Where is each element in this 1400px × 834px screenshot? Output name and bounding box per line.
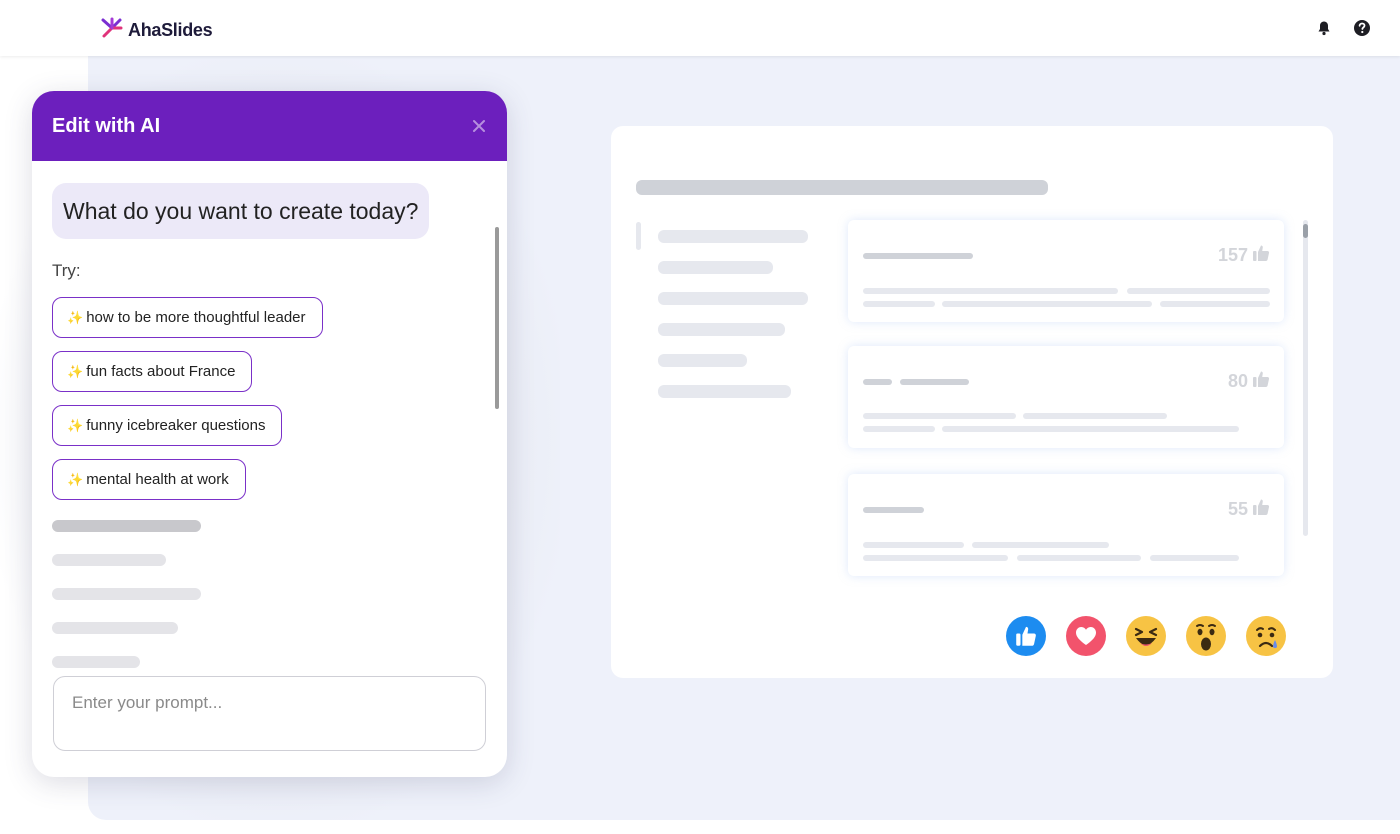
idea-card[interactable]: 157: [848, 220, 1284, 322]
loading-skeleton-line: [52, 656, 140, 668]
sparkle-icon: ✨: [67, 417, 84, 433]
card-text-skeleton: [1127, 288, 1270, 294]
suggestion-label: mental health at work: [86, 471, 229, 488]
suggestion-label: how to be more thoughtful leader: [86, 309, 306, 326]
list-skeleton-line: [658, 354, 747, 367]
panel-scrollbar[interactable]: [495, 227, 499, 409]
close-icon[interactable]: [469, 116, 489, 136]
idea-card[interactable]: 80: [848, 346, 1284, 448]
sparkle-icon: ✨: [67, 363, 84, 379]
thumbs-up-reaction-icon[interactable]: [1006, 616, 1046, 656]
ai-question-bubble: What do you want to create today?: [52, 183, 430, 239]
suggestion-label: funny icebreaker questions: [86, 417, 266, 434]
upvote-count: 157: [1218, 244, 1270, 267]
cards-scrollbar-thumb[interactable]: [1303, 224, 1308, 238]
card-text-skeleton: [863, 555, 1008, 561]
card-title-skeleton: [863, 507, 924, 513]
upvote-count: 80: [1228, 370, 1270, 393]
card-text-skeleton: [1150, 555, 1239, 561]
top-bar: AhaSlides: [0, 0, 1400, 56]
slide-scroll-indicator: [636, 222, 641, 250]
card-text-skeleton: [942, 301, 1152, 307]
list-skeleton-line: [658, 292, 808, 305]
suggestion-chip[interactable]: ✨ mental health at work: [52, 459, 246, 500]
help-icon[interactable]: [1352, 18, 1372, 38]
card-text-skeleton: [972, 542, 1109, 548]
thumbs-up-icon[interactable]: [1252, 370, 1270, 393]
suggestion-label: fun facts about France: [86, 363, 236, 380]
list-skeleton-line: [658, 230, 808, 243]
list-skeleton-line: [658, 385, 791, 398]
thumbs-up-icon[interactable]: [1252, 244, 1270, 267]
sparkle-icon: ✨: [67, 309, 84, 325]
card-title-skeleton: [863, 253, 973, 259]
card-text-skeleton: [1017, 555, 1141, 561]
brand-logo[interactable]: AhaSlides: [100, 16, 213, 45]
card-text-skeleton: [863, 288, 1118, 294]
card-text-skeleton: [863, 413, 1016, 419]
surprised-face-reaction-icon[interactable]: [1186, 616, 1226, 656]
panel-title: Edit with AI: [52, 114, 161, 137]
suggestion-chip[interactable]: ✨ how to be more thoughtful leader: [52, 297, 323, 338]
top-right-actions: [1314, 18, 1372, 38]
card-text-skeleton: [863, 426, 935, 432]
sparkle-icon: ✨: [67, 471, 84, 487]
card-text-skeleton: [863, 542, 964, 548]
list-skeleton-line: [658, 323, 785, 336]
cards-scrollbar-track[interactable]: [1303, 220, 1308, 536]
edit-with-ai-panel: Edit with AI What do you want to create …: [32, 91, 507, 777]
crying-face-reaction-icon[interactable]: [1246, 616, 1286, 656]
prompt-input[interactable]: [53, 676, 486, 751]
card-text-skeleton: [1160, 301, 1270, 307]
card-title-skeleton: [863, 379, 892, 385]
loading-skeleton-line: [52, 588, 201, 600]
idea-card[interactable]: 55: [848, 474, 1284, 576]
panel-header: Edit with AI: [32, 91, 507, 161]
list-skeleton-line: [658, 261, 773, 274]
thumbs-up-icon[interactable]: [1252, 498, 1270, 521]
ahaslides-logo-icon: [100, 16, 124, 45]
loading-skeleton-line: [52, 554, 166, 566]
bell-icon[interactable]: [1314, 18, 1334, 38]
suggestion-chip[interactable]: ✨ fun facts about France: [52, 351, 253, 392]
card-title-skeleton: [900, 379, 969, 385]
heart-reaction-icon[interactable]: [1066, 616, 1106, 656]
reaction-bar: [1006, 616, 1286, 656]
card-text-skeleton: [1023, 413, 1167, 419]
card-text-skeleton: [863, 301, 935, 307]
upvote-count: 55: [1228, 498, 1270, 521]
card-text-skeleton: [942, 426, 1239, 432]
loading-skeleton-line: [52, 622, 178, 634]
brand-name: AhaSlides: [128, 20, 213, 40]
slide-title-skeleton: [636, 180, 1048, 195]
laughing-face-reaction-icon[interactable]: [1126, 616, 1166, 656]
try-label: Try:: [52, 261, 81, 280]
suggestion-chip[interactable]: ✨ funny icebreaker questions: [52, 405, 283, 446]
loading-skeleton-line: [52, 520, 201, 532]
